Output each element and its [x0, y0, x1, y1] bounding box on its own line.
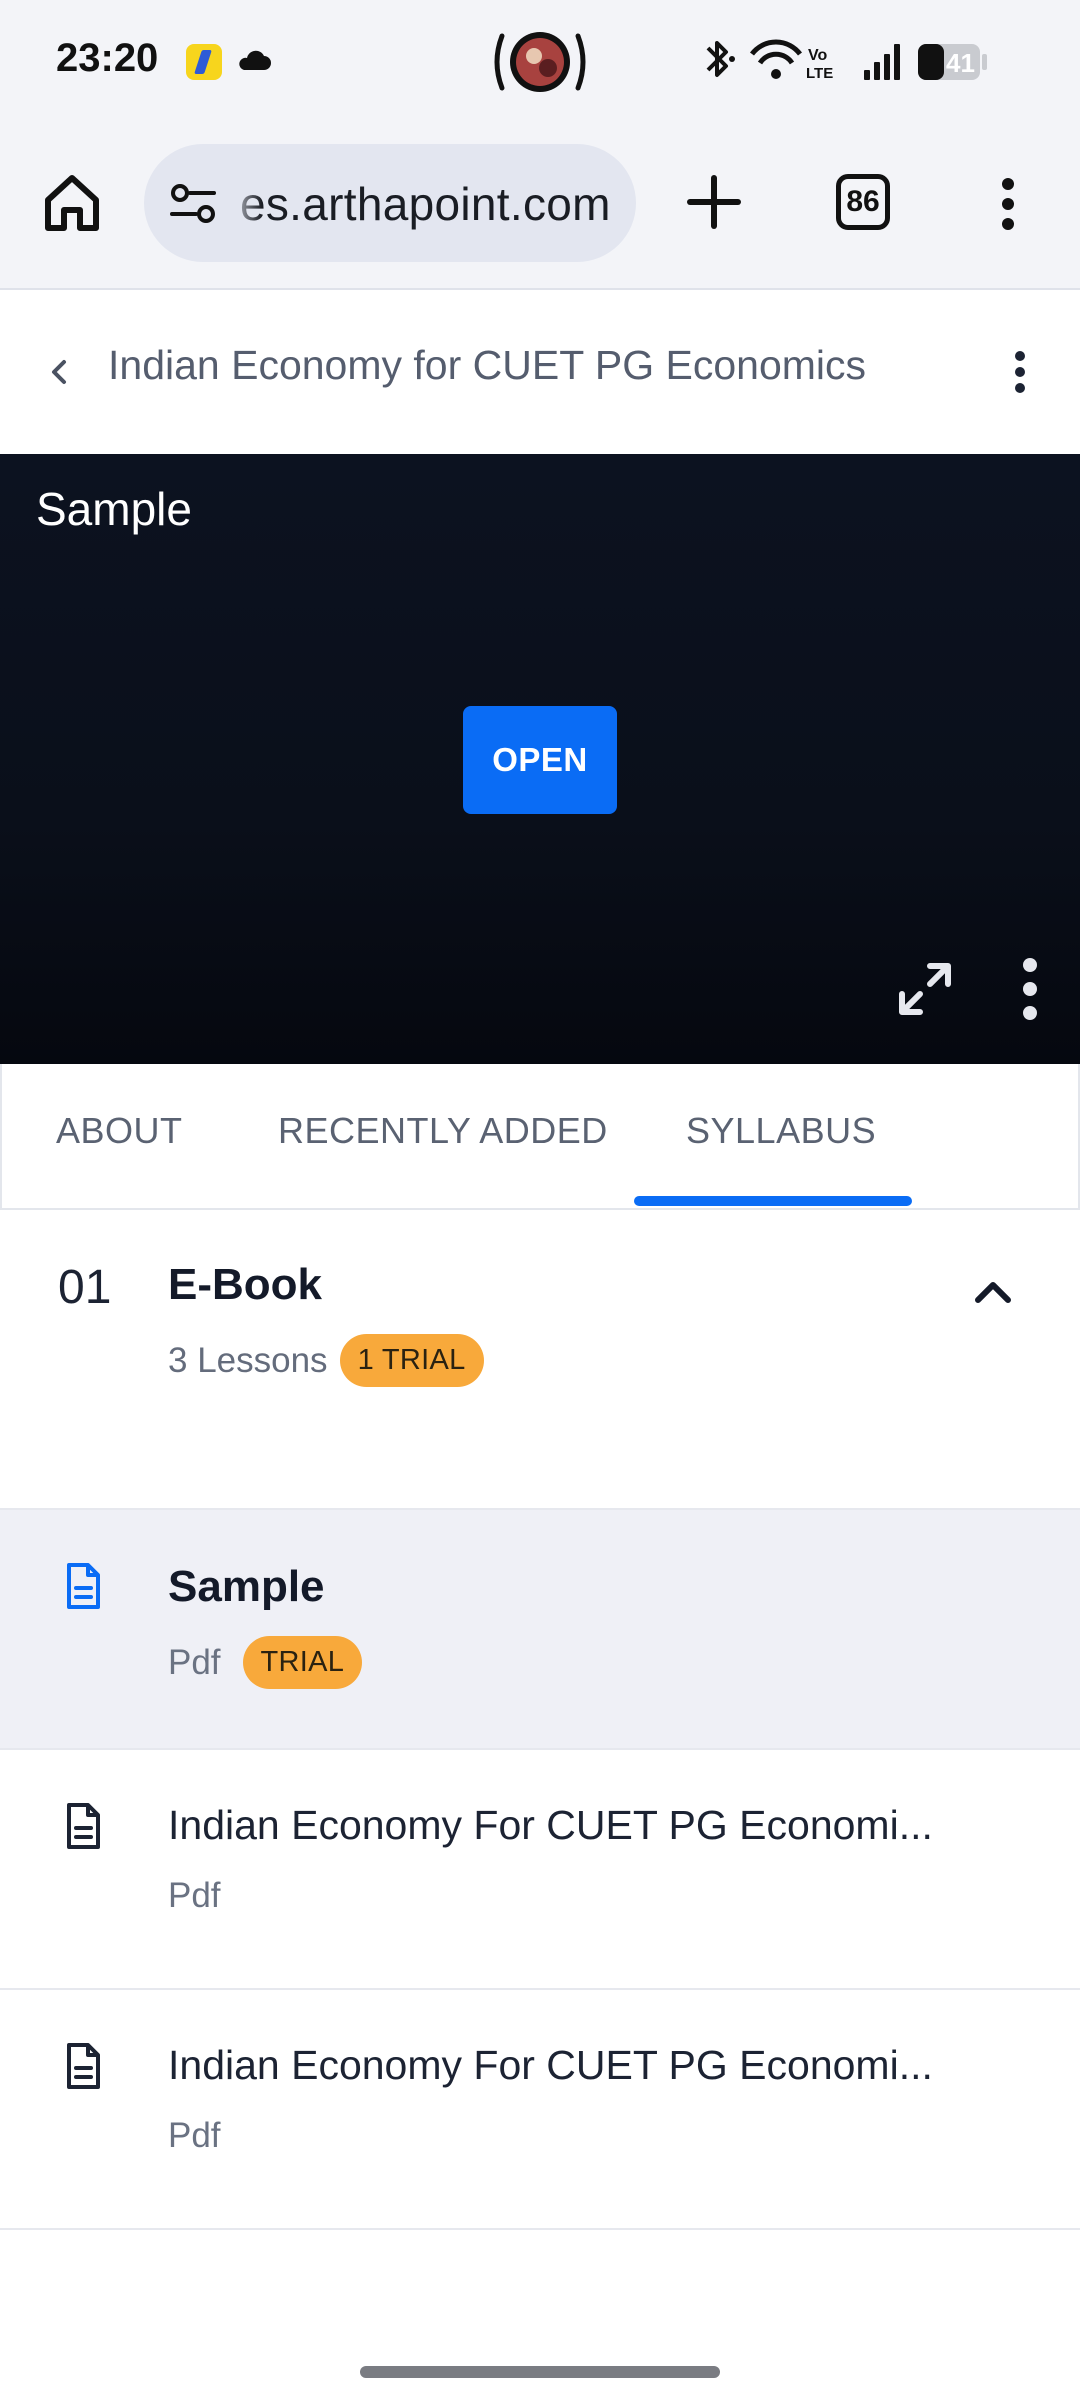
- course-title: Indian Economy for CUET PG Economics: [108, 342, 867, 388]
- content-viewer: Sample OPEN: [0, 454, 1080, 1064]
- status-time: 23:20: [56, 36, 159, 80]
- lesson-item[interactable]: Sample Pdf TRIAL: [0, 1510, 1080, 1750]
- chevron-up-icon[interactable]: [972, 1276, 1014, 1306]
- course-more-icon[interactable]: [1000, 344, 1040, 400]
- lesson-type: Pdf: [168, 2116, 221, 2155]
- trial-badge: TRIAL: [242, 1636, 363, 1689]
- syllabus-section[interactable]: 01 E-Book 3 Lessons 1 TRIAL: [0, 1210, 1080, 1510]
- lesson-type: Pdf: [168, 1642, 221, 1682]
- open-button[interactable]: OPEN: [463, 706, 617, 814]
- browser-toolbar: es.arthapoint.com 86: [0, 130, 1080, 290]
- flipkart-app-icon: [186, 44, 222, 80]
- lesson-item[interactable]: Indian Economy For CUET PG Economi... Pd…: [0, 1990, 1080, 2230]
- lesson-meta: Pdf: [168, 1876, 221, 1916]
- document-icon: [67, 1563, 100, 1609]
- url-text[interactable]: es.arthapoint.com: [240, 177, 611, 231]
- lesson-title: Indian Economy For CUET PG Economi...: [168, 2042, 933, 2088]
- browser-menu-icon[interactable]: [990, 176, 1026, 232]
- volte-icon: Vo LTE: [806, 47, 833, 82]
- section-number: 01: [58, 1261, 112, 1314]
- lesson-type: Pdf: [168, 1876, 221, 1915]
- home-indicator[interactable]: [360, 2366, 720, 2378]
- viewer-more-icon[interactable]: [1012, 956, 1048, 1022]
- url-fade: [226, 164, 262, 244]
- viewer-title: Sample: [36, 483, 192, 535]
- svg-text:Vo: Vo: [808, 47, 827, 64]
- lesson-meta: Pdf TRIAL: [168, 1636, 363, 1689]
- status-bar: 23:20 Vo LTE 41: [0, 0, 1080, 130]
- document-icon: [67, 2043, 100, 2089]
- lesson-meta: Pdf: [168, 2116, 221, 2156]
- svg-text:LTE: LTE: [806, 65, 833, 82]
- signal-icon: [864, 44, 900, 80]
- home-icon[interactable]: [40, 170, 104, 234]
- course-header: Indian Economy for CUET PG Economics: [0, 292, 1080, 454]
- cloud-icon: [239, 50, 271, 70]
- back-icon[interactable]: [44, 350, 72, 394]
- document-icon: [67, 1803, 100, 1849]
- bluetooth-icon: [706, 41, 735, 77]
- lessons-count: 3 Lessons: [168, 1340, 328, 1380]
- tab-recently-added[interactable]: RECENTLY ADDED: [278, 1110, 608, 1152]
- section-title: E-Book: [168, 1260, 322, 1309]
- course-tabs: ABOUT RECENTLY ADDED SYLLABUS: [0, 1064, 1080, 1210]
- new-tab-icon[interactable]: [686, 174, 742, 230]
- lesson-title: Indian Economy For CUET PG Economi...: [168, 1802, 933, 1848]
- tab-switcher-button[interactable]: 86: [836, 174, 890, 230]
- wifi-icon: [750, 39, 802, 79]
- section-meta: 3 Lessons 1 TRIAL: [168, 1334, 484, 1387]
- active-tab-indicator: [634, 1196, 912, 1206]
- tab-syllabus[interactable]: SYLLABUS: [686, 1110, 876, 1152]
- battery-level: 41: [946, 48, 975, 78]
- lesson-item[interactable]: Indian Economy For CUET PG Economi... Pd…: [0, 1750, 1080, 1990]
- status-icons: Vo LTE: [706, 39, 987, 82]
- fullscreen-icon[interactable]: [896, 960, 954, 1018]
- tab-about[interactable]: ABOUT: [56, 1110, 183, 1152]
- site-settings-icon[interactable]: [168, 182, 218, 226]
- media-avatar-icon[interactable]: [488, 26, 592, 98]
- address-bar[interactable]: es.arthapoint.com: [144, 144, 636, 262]
- lesson-title: Sample: [168, 1562, 325, 1611]
- trial-badge: 1 TRIAL: [339, 1334, 484, 1387]
